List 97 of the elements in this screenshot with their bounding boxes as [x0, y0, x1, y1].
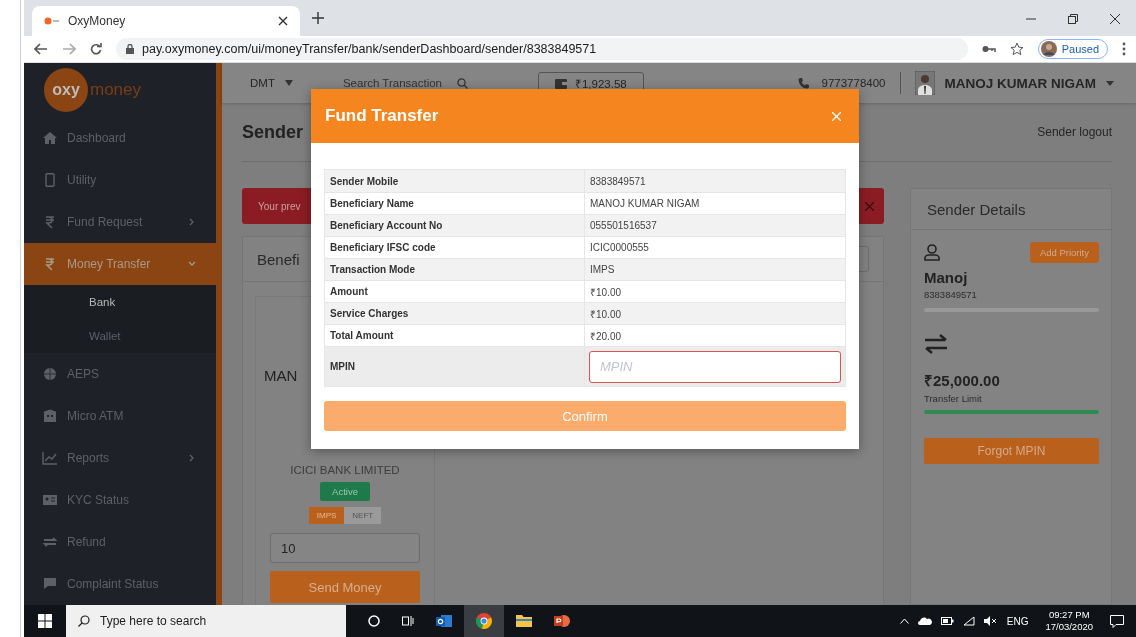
forgot-mpin-button[interactable]: Forgot MPIN: [924, 438, 1099, 464]
chart-icon: [42, 451, 58, 465]
sidebar-item[interactable]: Reports: [24, 437, 216, 479]
mode-toggle[interactable]: IMPS: [308, 507, 345, 524]
search-field[interactable]: Search Transaction: [342, 77, 453, 89]
sidebar-item[interactable]: Refund: [24, 521, 216, 563]
close-icon[interactable]: [278, 16, 288, 26]
service-label: DMT: [250, 77, 275, 89]
clock-time[interactable]: 09:27 PM: [1048, 609, 1090, 621]
chevron-right-icon: [188, 454, 196, 462]
globe-icon: [42, 367, 58, 381]
transfer-limit-label: Transfer Limit: [924, 393, 983, 404]
reload-icon[interactable]: [90, 43, 102, 55]
mode-toggle[interactable]: NEFT: [344, 507, 382, 524]
cortana-icon[interactable]: [368, 615, 380, 627]
language-indicator[interactable]: ENG: [1006, 615, 1029, 627]
dialog-title: Fund Transfer: [325, 106, 439, 126]
sidebar-item[interactable]: Micro ATM: [24, 395, 216, 437]
windows-start-icon[interactable]: [38, 614, 52, 628]
amount-field[interactable]: 10: [270, 533, 420, 563]
sender-logout-link[interactable]: Sender logout: [1037, 125, 1112, 139]
page-title: Sender: [242, 121, 304, 143]
browser-tab[interactable]: OxyMoney: [32, 6, 300, 36]
battery-icon[interactable]: [940, 617, 954, 625]
table-cell-text: 055501516537: [589, 219, 658, 233]
sidebar-subitem[interactable]: Wallet: [24, 319, 216, 353]
avatar-icon[interactable]: [914, 71, 935, 95]
wallet-icon: [554, 77, 567, 89]
key-icon[interactable]: [981, 45, 996, 53]
sidebar-item[interactable]: KYC Status: [24, 479, 216, 521]
add-priority-button[interactable]: Add Priority: [1029, 242, 1099, 263]
search-icon[interactable]: [456, 77, 468, 89]
speaker-muted-icon[interactable]: [983, 616, 998, 626]
close-icon[interactable]: [1110, 14, 1120, 24]
mail-app-icon[interactable]: [436, 613, 452, 629]
sidebar-item[interactable]: Money Transfer: [24, 243, 216, 285]
menu-icon[interactable]: [1122, 42, 1126, 56]
phone-icon: [797, 77, 812, 89]
task-view-icon[interactable]: [402, 615, 414, 627]
cloud-icon[interactable]: [917, 617, 932, 625]
logo-text: money: [90, 80, 142, 100]
sidebar-item[interactable]: Complaint Status: [24, 563, 216, 605]
refund-icon: [42, 535, 58, 549]
restore-icon[interactable]: [1068, 14, 1078, 24]
person-icon: [924, 244, 940, 261]
table-cell-text: ₹20.00: [589, 329, 623, 344]
send-money-button[interactable]: Send Money: [270, 571, 420, 603]
table-cell-text: IMPS: [589, 263, 616, 277]
sender-mobile: 8383849571: [924, 289, 978, 300]
lock-icon: [126, 44, 134, 54]
beneficiary-name: MAN: [264, 367, 298, 384]
sender-name: Manoj: [924, 269, 969, 286]
clock-date[interactable]: 17/03/2020: [1045, 621, 1093, 633]
chevron-down-icon: [188, 260, 196, 268]
back-icon[interactable]: [34, 43, 48, 55]
transfer-arrows-icon: [924, 334, 948, 354]
home-icon: [42, 131, 58, 145]
building-icon: [42, 409, 58, 423]
phone-number: 9773778400: [821, 77, 886, 89]
address-field[interactable]: pay.oxymoney.com/ui/moneyTransfer/bank/senderDashboard/sender/8383849571: [116, 38, 968, 60]
star-icon[interactable]: [1009, 42, 1024, 56]
search-icon: [78, 615, 90, 627]
status-badge: Active: [320, 482, 370, 501]
table-cell-text: MANOJ KUMAR NIGAM: [589, 197, 701, 211]
mobile-icon: [42, 173, 58, 187]
table-cell-text: ₹10.00: [589, 307, 623, 322]
table-cell-text: ₹10.00: [589, 285, 623, 300]
alert-text: Your prev: [258, 200, 301, 212]
caret-icon[interactable]: [1106, 80, 1114, 86]
new-tab-icon[interactable]: [312, 12, 324, 24]
notification-icon[interactable]: [1110, 614, 1124, 628]
sidebar-item[interactable]: Fund Request: [24, 201, 216, 243]
card-title: Benefi: [257, 250, 300, 268]
presentation-app-icon[interactable]: [554, 613, 570, 629]
mpin-field[interactable]: MPIN: [589, 350, 841, 383]
table-cell-text: 8383849571: [589, 174, 647, 189]
browser-app-icon[interactable]: [476, 613, 492, 629]
sidebar-item[interactable]: AEPS: [24, 353, 216, 395]
logo-icon: oxy: [44, 68, 88, 112]
card-title: Sender Details: [927, 200, 1026, 218]
favicon-icon: [44, 17, 60, 25]
id-card-icon: [42, 493, 58, 507]
taskbar-search-field[interactable]: Type here to search: [66, 605, 346, 637]
caret-up-icon[interactable]: [899, 618, 909, 624]
folder-icon[interactable]: [516, 614, 532, 628]
user-name[interactable]: MANOJ KUMAR NIGAM: [944, 75, 1096, 91]
transfer-limit-amount: ₹25,000.00: [924, 371, 1001, 390]
sidebar-item[interactable]: Dashboard: [24, 117, 216, 159]
sidebar-subitem[interactable]: Bank: [24, 285, 216, 319]
tab-title: OxyMoney: [68, 14, 127, 28]
table-cell: MPIN: [325, 347, 585, 386]
sidebar-item[interactable]: Utility: [24, 159, 216, 201]
table-cell-text: ICIC0000555: [589, 241, 650, 255]
caret-icon[interactable]: [284, 80, 293, 86]
bank-name: ICICI BANK LIMITED: [290, 464, 400, 476]
chevron-right-icon: [188, 218, 196, 226]
avatar-icon: [1040, 41, 1057, 57]
